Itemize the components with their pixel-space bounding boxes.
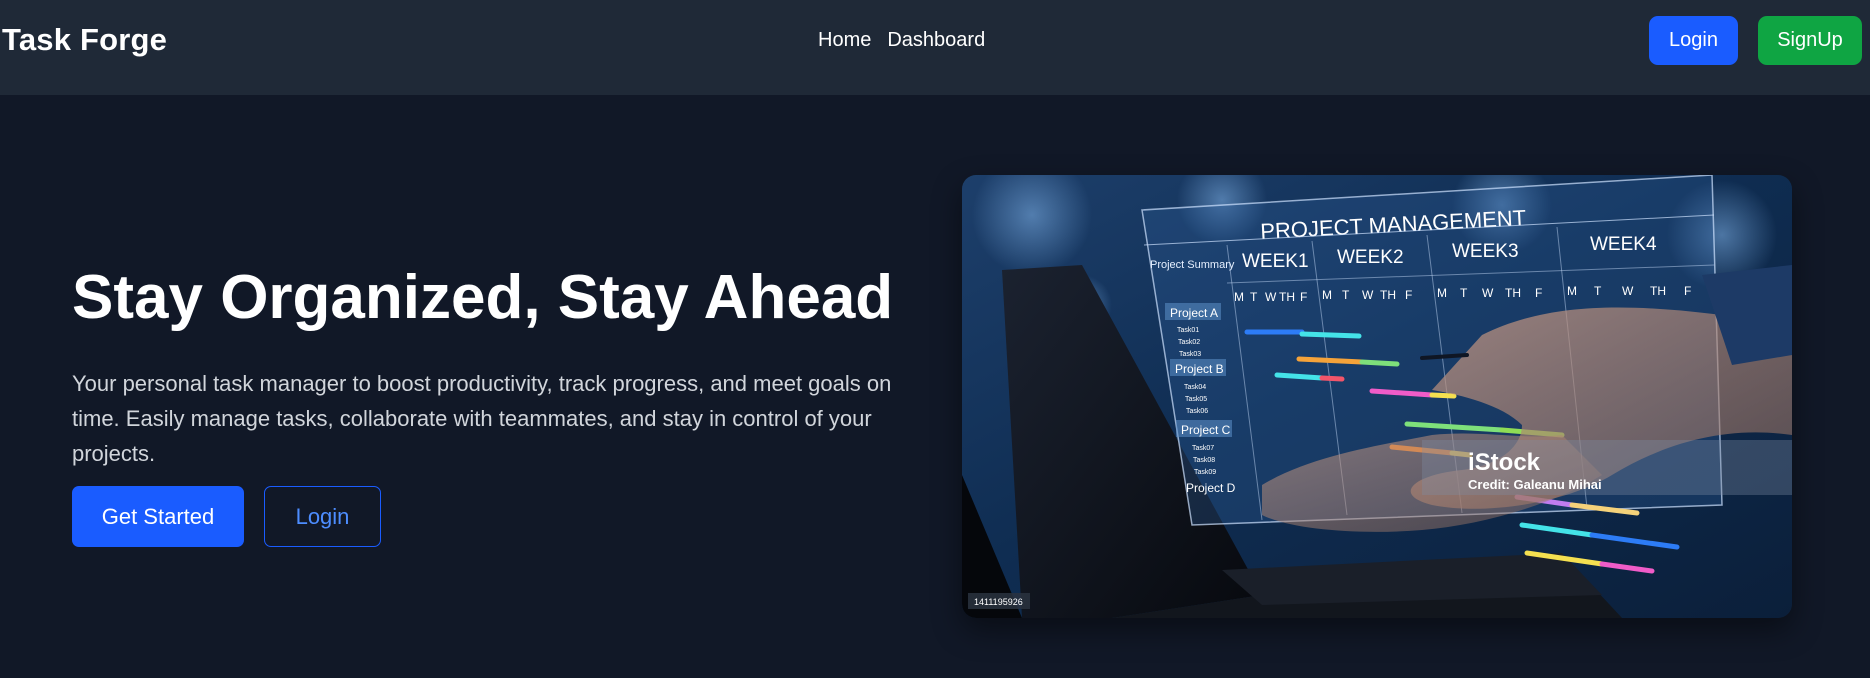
day-label: F (1684, 284, 1691, 298)
summary-label: Project Summary (1150, 259, 1235, 271)
project-management-illustration: PROJECT MANAGEMENT Project Summary WEEK1… (962, 175, 1792, 618)
navbar: Task Forge Home Dashboard Login SignUp (0, 0, 1870, 95)
task-label: Task02 (1178, 339, 1200, 346)
hero-description: Your personal task manager to boost prod… (72, 371, 892, 466)
project-d-label: Project D (1186, 481, 1236, 495)
project-c-label: Project C (1181, 423, 1231, 437)
hero-login-button[interactable]: Login (264, 486, 381, 547)
task-label: Task03 (1179, 351, 1201, 358)
day-label: T (1594, 284, 1602, 298)
day-label: F (1300, 290, 1307, 304)
task-label: Task01 (1177, 327, 1199, 334)
day-label: T (1250, 290, 1258, 304)
task-label: Task04 (1184, 384, 1206, 391)
day-label: M (1567, 284, 1577, 298)
day-label: W (1265, 290, 1277, 304)
day-label: M (1234, 290, 1244, 304)
day-label: M (1322, 288, 1332, 302)
project-a-label: Project A (1170, 306, 1218, 320)
nav-link-dashboard[interactable]: Dashboard (887, 29, 985, 52)
hero-image: PROJECT MANAGEMENT Project Summary WEEK1… (962, 175, 1792, 618)
week-4-label: WEEK4 (1590, 234, 1657, 255)
day-label: F (1405, 288, 1412, 302)
watermark-credit: Credit: Galeanu Mihai (1468, 477, 1602, 492)
day-label: T (1342, 288, 1350, 302)
watermark-brand: iStock (1468, 449, 1541, 476)
day-label: W (1622, 284, 1634, 298)
day-label: T (1460, 286, 1468, 300)
task-label: Task08 (1193, 457, 1215, 464)
day-label: M (1437, 286, 1447, 300)
stock-id: 1411195926 (974, 597, 1023, 607)
brand-logo[interactable]: Task Forge (2, 22, 167, 58)
task-label: Task06 (1186, 408, 1208, 415)
get-started-button[interactable]: Get Started (72, 486, 244, 547)
task-label: Task09 (1194, 469, 1216, 476)
day-label: TH (1380, 288, 1396, 302)
day-label: W (1362, 288, 1374, 302)
day-label: TH (1650, 284, 1666, 298)
nav-signup-button[interactable]: SignUp (1758, 16, 1862, 65)
nav-links: Home Dashboard (818, 29, 985, 52)
day-label: TH (1505, 286, 1521, 300)
week-2-label: WEEK2 (1337, 247, 1404, 268)
task-label: Task07 (1192, 445, 1214, 452)
task-label: Task05 (1185, 396, 1207, 403)
day-label: W (1482, 286, 1494, 300)
project-b-label: Project B (1175, 362, 1224, 376)
week-3-label: WEEK3 (1452, 241, 1519, 262)
nav-link-home[interactable]: Home (818, 29, 871, 52)
week-1-label: WEEK1 (1242, 251, 1309, 272)
day-label: F (1535, 286, 1542, 300)
nav-login-button[interactable]: Login (1649, 16, 1738, 65)
day-label: TH (1279, 290, 1295, 304)
hero-title: Stay Organized, Stay Ahead (72, 263, 894, 332)
